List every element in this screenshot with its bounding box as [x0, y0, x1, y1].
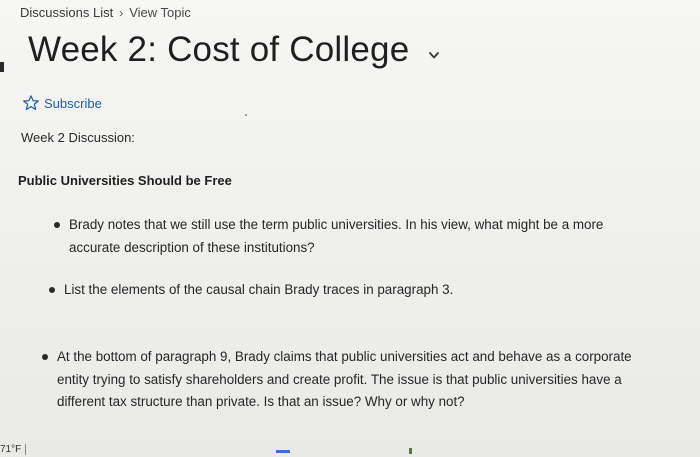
list-item: Brady notes that we still use the term p… [54, 214, 634, 259]
breadcrumb-separator: › [119, 5, 124, 20]
taskbar-temperature[interactable]: 71°F [0, 444, 27, 455]
list-item: List the elements of the causal chain Br… [49, 279, 609, 302]
taskbar-indicator [409, 448, 412, 454]
bullet-dot [42, 354, 48, 360]
bullet-text: At the bottom of paragraph 9, Brady clai… [57, 349, 632, 409]
page-title: Week 2: Cost of College [28, 30, 410, 69]
stray-pixel [245, 114, 247, 116]
breadcrumb-discussions-list[interactable]: Discussions List [20, 5, 113, 20]
star-outline-icon [22, 94, 40, 112]
bullet-text: Brady notes that we still use the term p… [69, 217, 604, 255]
taskbar-active-indicator [276, 450, 290, 453]
bullet-dot [49, 287, 55, 293]
chevron-down-icon[interactable] [427, 48, 441, 62]
breadcrumb-view-topic: View Topic [129, 5, 191, 20]
list-item: At the bottom of paragraph 9, Brady clai… [42, 346, 632, 414]
subscribe-button[interactable]: Subscribe [22, 94, 102, 112]
bullet-dot [54, 222, 60, 228]
subscribe-label: Subscribe [44, 95, 102, 111]
topic-page: Discussions List › View Topic Week 2: Co… [0, 0, 700, 457]
topic-title-row: Week 2: Cost of College [28, 30, 441, 70]
breadcrumb: Discussions List › View Topic [20, 5, 191, 20]
section-title: Public Universities Should be Free [18, 173, 232, 188]
bullet-text: List the elements of the causal chain Br… [64, 282, 454, 297]
sidebar-edge-marker [0, 62, 4, 72]
discussion-heading: Week 2 Discussion: [21, 130, 135, 145]
